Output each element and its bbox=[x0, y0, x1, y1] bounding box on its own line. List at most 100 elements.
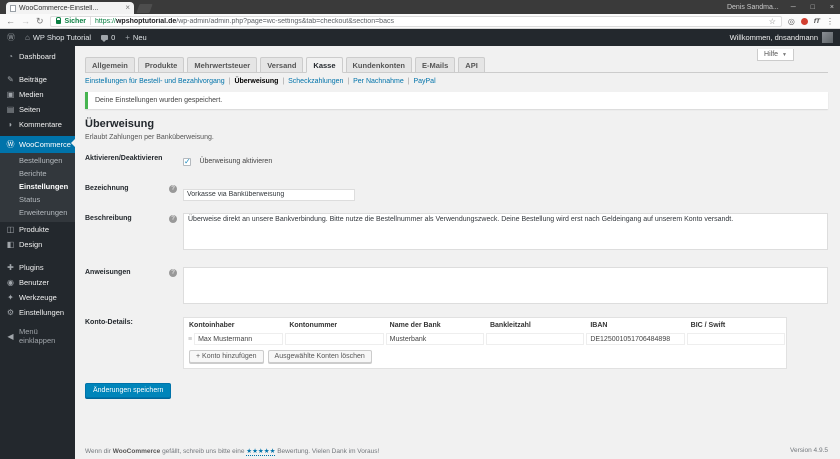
account-number-cell[interactable] bbox=[285, 333, 384, 345]
instructions-textarea[interactable] bbox=[183, 267, 828, 304]
rating-stars-link[interactable]: ★★★★★ bbox=[246, 448, 276, 456]
subnav-paypal[interactable]: PayPal bbox=[413, 78, 435, 85]
bank-name-cell[interactable]: Musterbank bbox=[385, 333, 484, 345]
sidebar-item-users[interactable]: ◉ Benutzer bbox=[0, 275, 75, 290]
window-maximize-button[interactable]: □ bbox=[808, 4, 818, 11]
submenu-item-extensions[interactable]: Erweiterungen bbox=[0, 206, 75, 219]
tab-allgemein[interactable]: Allgemein bbox=[85, 57, 135, 72]
sidebar-item-posts[interactable]: ✎ Beiträge bbox=[0, 72, 75, 87]
browser-tab[interactable]: WooCommerce-Einstell... × bbox=[6, 2, 134, 14]
enable-row: Aktivieren/Deaktivieren Überweisung akti… bbox=[85, 153, 828, 171]
subnav-nachnahme[interactable]: Per Nachnahme bbox=[353, 78, 404, 85]
accounts-table: Kontoinhaber Kontonummer Name der Bank B… bbox=[184, 318, 786, 346]
comments-count: 0 bbox=[111, 33, 116, 42]
tab-kasse[interactable]: Kasse bbox=[306, 57, 343, 73]
delete-accounts-button[interactable]: Ausgewählte Konten löschen bbox=[267, 350, 372, 363]
window-minimize-button[interactable]: ─ bbox=[788, 4, 799, 11]
submenu-item-reports[interactable]: Berichte bbox=[0, 167, 75, 180]
adblock-extension-icon[interactable] bbox=[800, 17, 808, 25]
submenu-item-status[interactable]: Status bbox=[0, 193, 75, 206]
back-icon[interactable]: ← bbox=[6, 16, 15, 26]
account-menu[interactable]: Willkommen, dnsandmann bbox=[730, 32, 833, 43]
products-icon: ◫ bbox=[6, 225, 15, 234]
save-changes-button[interactable]: Änderungen speichern bbox=[85, 383, 172, 398]
subnav-separator: | bbox=[228, 78, 231, 85]
help-tip-icon[interactable] bbox=[169, 269, 177, 277]
sidebar-item-media[interactable]: ▣ Medien bbox=[0, 87, 75, 102]
submenu-item-orders[interactable]: Bestellungen bbox=[0, 154, 75, 167]
checkout-subnav: Einstellungen für Bestell- und Bezahlvor… bbox=[85, 78, 828, 85]
tab-close-icon[interactable]: × bbox=[125, 4, 130, 12]
instructions-row: Anweisungen bbox=[85, 267, 828, 309]
accounts-row: Konto-Details: Kontoinhaber Kontonummer … bbox=[85, 317, 828, 369]
account-name-cell[interactable]: Max Mustermann bbox=[194, 333, 284, 345]
sidebar-item-appearance[interactable]: ◧ Design bbox=[0, 237, 75, 252]
reload-icon[interactable]: ↻ bbox=[36, 16, 44, 26]
col-kontonummer: Kontonummer bbox=[289, 322, 338, 329]
sort-code-cell[interactable] bbox=[485, 333, 585, 345]
site-name-link[interactable]: ⌂ WP Shop Tutorial bbox=[25, 33, 91, 42]
wordpress-logo-icon[interactable]: Ⓦ bbox=[7, 32, 15, 43]
bic-cell[interactable] bbox=[686, 333, 785, 345]
sidebar-item-pages[interactable]: ▤ Seiten bbox=[0, 102, 75, 117]
help-tip-icon[interactable] bbox=[169, 215, 177, 223]
sidebar-item-dashboard[interactable]: ◔ Dashboard bbox=[0, 49, 75, 64]
page-url[interactable]: https://wpshoptutorial.de/wp-admin/admin… bbox=[95, 18, 394, 25]
subnav-separator: | bbox=[282, 78, 285, 85]
comments-link[interactable]: 0 bbox=[101, 33, 115, 42]
plugins-icon: ✚ bbox=[7, 263, 14, 272]
subnav-scheckzahlungen[interactable]: Scheckzahlungen bbox=[288, 78, 343, 85]
font-extension-icon[interactable]: fT bbox=[814, 18, 820, 25]
sidebar-item-plugins[interactable]: ✚ Plugins bbox=[0, 260, 75, 275]
sidebar-item-tools[interactable]: ✦ Werkzeuge bbox=[0, 290, 75, 305]
help-dropdown-button[interactable]: Hilfe ▼ bbox=[757, 49, 794, 61]
sidebar-item-settings[interactable]: ⚙ Einstellungen bbox=[0, 305, 75, 320]
url-scheme: https:// bbox=[94, 17, 116, 25]
drag-handle-icon[interactable]: ≡ bbox=[188, 336, 192, 343]
new-content-link[interactable]: + Neu bbox=[125, 33, 146, 42]
extension-icon[interactable]: ◎ bbox=[788, 17, 795, 26]
sidebar-item-woocommerce[interactable]: Ⓦ WooCommerce bbox=[0, 136, 75, 153]
tab-mehrwertsteuer[interactable]: Mehrwertsteuer bbox=[187, 57, 258, 72]
col-kontoinhaber: Kontoinhaber bbox=[189, 322, 235, 329]
subnav-checkout-options[interactable]: Einstellungen für Bestell- und Bezahlvor… bbox=[85, 78, 225, 85]
bookmark-star-icon[interactable]: ☆ bbox=[769, 17, 776, 26]
tab-emails[interactable]: E-Mails bbox=[415, 57, 456, 72]
title-row: Bezeichnung bbox=[85, 183, 828, 201]
plus-icon: + bbox=[125, 33, 130, 42]
wp-admin-bar: Ⓦ ⌂ WP Shop Tutorial 0 + Neu Willkommen,… bbox=[0, 29, 840, 46]
sidebar-item-products[interactable]: ◫ Produkte bbox=[0, 222, 75, 237]
help-tip-icon[interactable] bbox=[169, 185, 177, 193]
browser-profile-button[interactable]: Denis Sandma... bbox=[727, 4, 779, 11]
submenu-item-settings[interactable]: Einstellungen bbox=[0, 180, 75, 193]
tab-produkte[interactable]: Produkte bbox=[137, 57, 185, 72]
description-textarea[interactable]: Überweise direkt an unsere Bankverbindun… bbox=[183, 213, 828, 250]
new-label: Neu bbox=[132, 33, 147, 42]
security-label[interactable]: Sicher bbox=[65, 18, 86, 25]
title-label: Bezeichnung bbox=[85, 185, 129, 192]
enable-checkbox[interactable] bbox=[183, 157, 191, 166]
settings-tabs: Allgemein Produkte Mehrwertsteuer Versan… bbox=[85, 57, 828, 73]
sidebar-item-comments[interactable]: ◗ Kommentare bbox=[0, 117, 75, 132]
secure-lock-icon bbox=[55, 17, 61, 24]
tab-title: WooCommerce-Einstell... bbox=[19, 4, 99, 12]
subnav-ueberweisung[interactable]: Überweisung bbox=[234, 78, 278, 85]
iban-cell[interactable]: DE125001051706484898 bbox=[586, 333, 685, 345]
dashboard-icon: ◔ bbox=[8, 52, 13, 61]
window-close-button[interactable]: × bbox=[827, 4, 837, 11]
subnav-separator: | bbox=[407, 78, 410, 85]
add-account-button[interactable]: + Konto hinzufügen bbox=[189, 350, 264, 363]
title-input[interactable] bbox=[183, 188, 355, 201]
accounts-table-panel: Kontoinhaber Kontonummer Name der Bank B… bbox=[183, 317, 787, 369]
description-label: Beschreibung bbox=[85, 215, 132, 222]
browser-menu-icon[interactable]: ⋮ bbox=[826, 17, 834, 26]
address-bar[interactable]: Sicher https://wpshoptutorial.de/wp-admi… bbox=[49, 15, 782, 27]
tab-versand[interactable]: Versand bbox=[260, 57, 304, 72]
page-subtitle: Erlaubt Zahlungen per Banküberweisung. bbox=[85, 134, 214, 141]
tab-api[interactable]: API bbox=[458, 57, 485, 72]
tab-kundenkonten[interactable]: Kundenkonten bbox=[345, 57, 413, 72]
appearance-icon: ◧ bbox=[6, 240, 15, 249]
collapse-menu-button[interactable]: ◀ Menü einklappen bbox=[0, 324, 75, 348]
new-tab-button[interactable] bbox=[136, 4, 153, 13]
enable-checkbox-label: Überweisung aktivieren bbox=[199, 158, 273, 166]
